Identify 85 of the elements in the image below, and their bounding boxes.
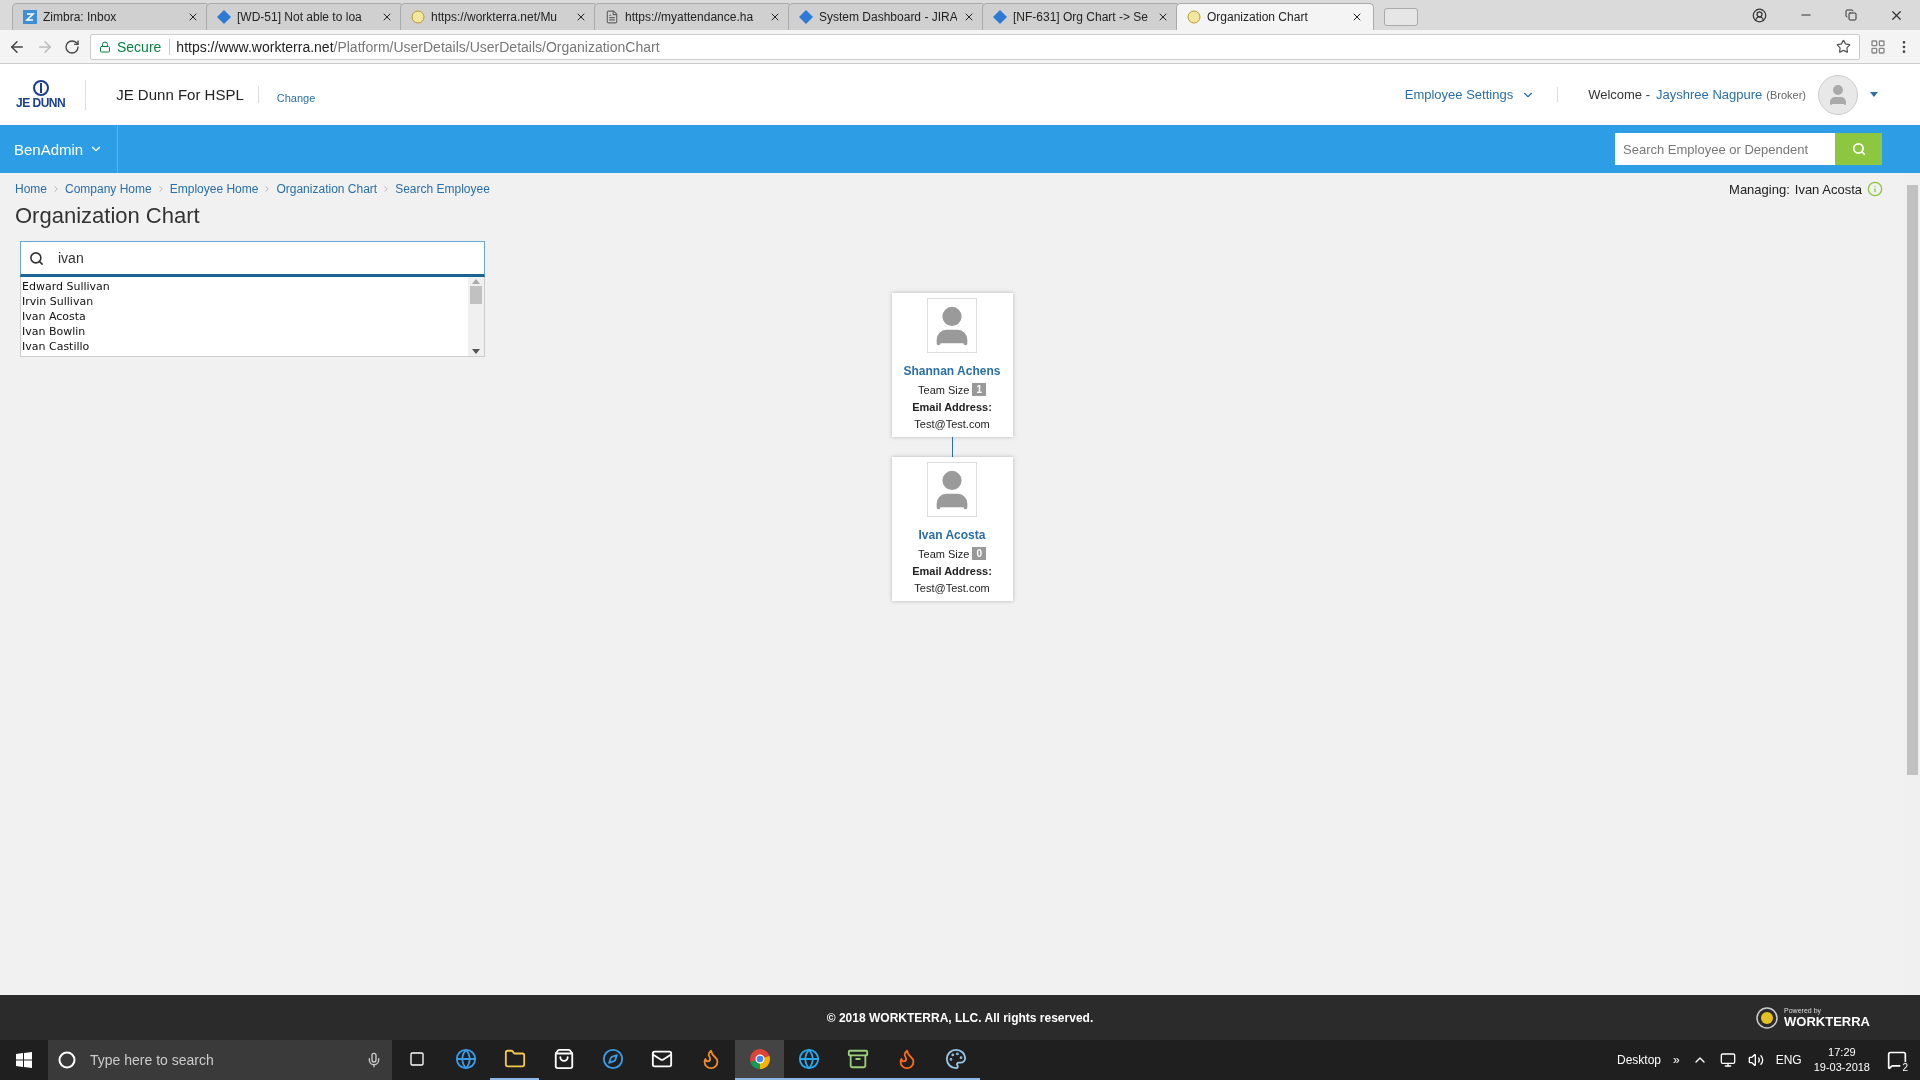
team-size-label: Team Size [918,383,970,396]
scrollbar[interactable] [468,277,484,356]
address-field[interactable]: Secure https://www.workterra.net/Platform/UserDetails/UserDetails/OrganizationChart [90,33,1860,60]
folder-icon [503,1048,526,1070]
search-icon [29,250,44,266]
result-item[interactable]: Ivan Castillo [21,339,468,354]
company-name: JE Dunn For HSPL [102,86,259,103]
square-icon [408,1051,425,1067]
globe-icon [797,1048,820,1070]
close-icon[interactable] [1157,11,1169,23]
globe-icon [454,1048,477,1070]
letter-tile-icon [23,10,37,24]
copyright-text: © 2018 WORKTERRA, LLC. All rights reserved. [826,1010,1094,1025]
taskbar-search-input[interactable]: Type here to search [88,1051,354,1069]
diamond-icon [799,10,813,24]
employee-settings-menu[interactable]: Employee Settings [1382,87,1559,102]
ring-icon [58,1051,76,1069]
email-value: Test@Test.com [914,582,990,594]
close-icon[interactable] [1351,11,1363,23]
result-item[interactable]: Ivan Bowlin [21,324,468,339]
result-item[interactable]: Irvin Sullivan [21,294,468,309]
taskbar-search-field[interactable]: Type here to search [48,1040,392,1080]
lock-icon [99,40,111,53]
network-icon[interactable] [1719,1052,1736,1068]
team-size-count: 0 [972,547,986,560]
windows-logo-icon [16,1052,32,1068]
employee-name-link[interactable]: Ivan Acosta [918,528,986,542]
mail-icon [650,1048,673,1070]
email-label: Email Address: [912,565,992,577]
breadcrumb-link[interactable]: Organization Chart [276,182,378,196]
close-icon[interactable] [963,11,975,23]
managing-label: Managing: [1729,181,1790,197]
email-label: Email Address: [912,401,992,413]
star-icon[interactable] [1836,39,1851,54]
team-size-label: Team Size [918,547,970,560]
search-icon [1851,142,1866,156]
toolbar-overflow-mark[interactable]: » [1673,1053,1680,1067]
desktop-toolbar-label[interactable]: Desktop [1617,1053,1661,1067]
breadcrumb-link[interactable]: Company Home [65,182,152,196]
browser-logo-icon [748,1048,771,1070]
close-icon[interactable] [769,11,781,23]
profile-icon[interactable] [1752,7,1767,23]
user-role: (Broker) [1766,88,1806,101]
search-field[interactable]: Search Employee or Dependent [1615,133,1835,165]
volume-icon[interactable] [1747,1052,1764,1068]
team-size-count: 1 [972,383,986,396]
archive-icon [846,1048,869,1070]
caret-icon[interactable] [1870,92,1878,97]
extension-icon[interactable] [1870,38,1886,55]
breadcrumb-link[interactable]: Employee Home [169,182,259,196]
welcome-label: Welcome - [1588,87,1651,102]
employee-search-field[interactable]: ivan [20,241,485,277]
change-link[interactable]: Change [276,91,316,104]
scrollbar-thumb[interactable] [1906,185,1918,775]
chevron-icon [51,184,61,194]
page-title: Organization Chart [15,203,201,229]
close-icon[interactable] [381,11,393,23]
managed-employee-name: Ivan Acosta [1794,181,1862,197]
language-indicator[interactable]: ENG [1775,1053,1802,1067]
circle-icon [411,10,425,24]
email-value: Test@Test.com [914,418,990,430]
palette-icon [944,1048,967,1070]
browser-tab[interactable]: Organization Chart [1176,3,1374,30]
microphone-icon[interactable] [366,1052,382,1068]
circle-icon [1187,10,1201,24]
scroll-down-icon[interactable] [472,349,480,354]
result-item[interactable]: Ivan Acosta [21,309,468,324]
company-logo[interactable]: JE DUNN [16,79,87,110]
notification-button[interactable]: 2 [1882,1045,1912,1075]
close-icon[interactable] [187,11,199,23]
clock[interactable]: 17:29 19-03-2018 [1813,1045,1870,1075]
close-icon[interactable] [575,11,587,23]
diamond-icon [993,10,1007,24]
reload-icon[interactable] [64,38,80,55]
breadcrumb-link[interactable]: Home [15,182,47,196]
breadcrumb-link[interactable]: Search Employee [395,182,490,196]
user-name-link[interactable]: Jayshree Nagpure [1656,87,1763,102]
page-icon [605,10,619,24]
restore-icon[interactable] [1845,9,1857,21]
diamond-icon [217,10,231,24]
compass-icon [601,1048,624,1070]
scrollbar-thumb[interactable] [470,286,482,304]
result-item[interactable]: Edward Sullivan [21,279,468,294]
shopping-bag-icon [552,1048,575,1070]
employee-name-link[interactable]: Shannan Achens [903,364,1001,378]
